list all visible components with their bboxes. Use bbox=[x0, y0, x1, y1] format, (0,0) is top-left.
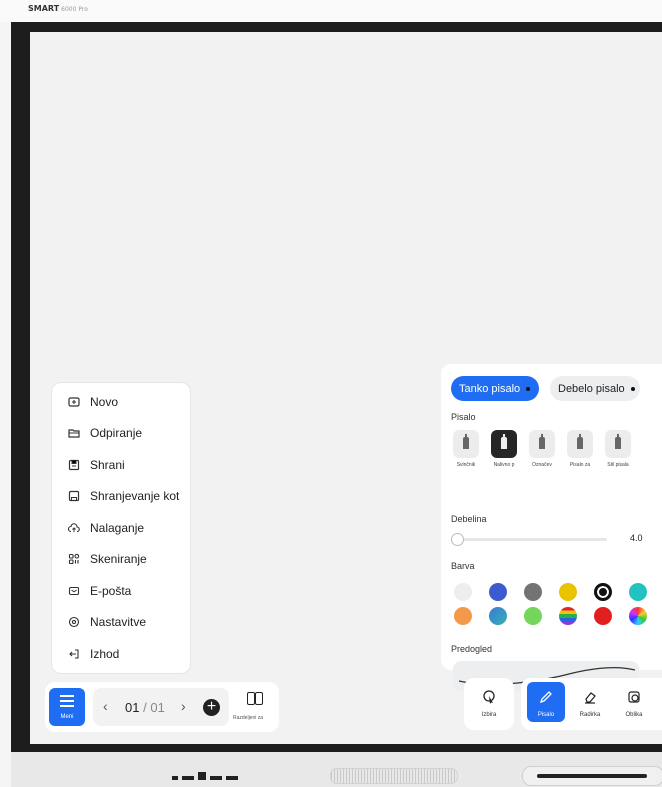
color-swatch-rainbow[interactable] bbox=[559, 607, 577, 625]
pen-type-marker[interactable] bbox=[567, 430, 593, 458]
pen-tray bbox=[522, 766, 662, 786]
eraser-tool-label: Radirka bbox=[579, 712, 601, 718]
menu-item-settings[interactable]: Nastavitve bbox=[52, 610, 190, 634]
split-screen-label: Razdeljeni za bbox=[233, 715, 264, 721]
settings-icon bbox=[68, 616, 80, 628]
mail-icon bbox=[68, 585, 80, 597]
pen-tool-label: Pisalo bbox=[537, 712, 555, 718]
exit-icon bbox=[68, 648, 80, 660]
menu-item-scan[interactable]: Skeniranje bbox=[52, 547, 190, 571]
thickness-slider[interactable] bbox=[451, 533, 607, 546]
lasso-cursor-icon bbox=[482, 690, 496, 704]
color-swatch-teal[interactable] bbox=[629, 583, 647, 601]
tab-thick-pen[interactable]: Debelo pisalo bbox=[550, 376, 640, 401]
pen-type-label: Nalivno p bbox=[493, 462, 515, 468]
color-swatch-yellow[interactable] bbox=[559, 583, 577, 601]
folder-open-icon bbox=[68, 427, 80, 439]
menu-item-save[interactable]: Shrani bbox=[52, 453, 190, 477]
front-ports bbox=[172, 766, 244, 780]
bottom-left-toolbar: Meni ‹ 01 / 01 › + Razdeljeni za bbox=[45, 682, 279, 732]
file-menu: Novo Odpiranje Shrani Shranjevanje kot N… bbox=[51, 382, 191, 674]
eraser-icon bbox=[583, 690, 597, 704]
color-wheel-icon[interactable] bbox=[629, 607, 647, 625]
brand-logo: SMART 6000 Pro bbox=[28, 4, 88, 13]
new-file-icon bbox=[68, 396, 80, 408]
color-swatch-green[interactable] bbox=[524, 607, 542, 625]
shapes-icon bbox=[627, 690, 641, 704]
menu-item-label: Novo bbox=[90, 395, 119, 409]
cloud-upload-icon bbox=[68, 522, 80, 534]
save-icon bbox=[68, 459, 80, 471]
menu-item-label: E-pošta bbox=[90, 584, 132, 598]
pen-type-stylus[interactable] bbox=[605, 430, 631, 458]
save-as-icon bbox=[68, 490, 80, 502]
select-tool-label: Izbira bbox=[481, 712, 497, 718]
menu-item-label: Shrani bbox=[90, 458, 125, 472]
color-swatch-orange[interactable] bbox=[454, 607, 472, 625]
menu-item-open[interactable]: Odpiranje bbox=[52, 421, 190, 445]
menu-item-label: Nalaganje bbox=[90, 521, 145, 535]
tab-thin-pen[interactable]: Tanko pisalo bbox=[451, 376, 539, 401]
select-tool-button[interactable]: Izbira bbox=[470, 682, 508, 722]
color-swatch-gray[interactable] bbox=[524, 583, 542, 601]
pen-type-label: Svinčnik bbox=[456, 462, 476, 468]
color-swatch-blue-gradient[interactable] bbox=[489, 607, 507, 625]
dot-icon bbox=[526, 386, 531, 391]
chevron-right-icon[interactable]: › bbox=[181, 698, 186, 714]
tab-label: Tanko pisalo bbox=[459, 382, 521, 395]
pen-icon bbox=[539, 690, 553, 704]
hamburger-icon bbox=[60, 695, 74, 707]
qr-scan-icon bbox=[68, 553, 80, 565]
pen-type-pencil[interactable] bbox=[453, 430, 479, 458]
menu-item-label: Nastavitve bbox=[90, 615, 147, 629]
shape-tool-button[interactable]: Oblika bbox=[615, 682, 653, 722]
add-page-button[interactable]: + bbox=[203, 699, 220, 716]
chevron-left-icon[interactable]: ‹ bbox=[103, 698, 108, 714]
color-swatch-black[interactable] bbox=[594, 583, 612, 601]
menu-item-exit[interactable]: Izhod bbox=[52, 642, 190, 666]
pen-tool-button[interactable]: Pisalo bbox=[527, 682, 565, 722]
pen-type-fountain[interactable] bbox=[491, 430, 517, 458]
drawing-toolbar: Pisalo Radirka Oblika bbox=[521, 678, 662, 730]
menu-item-upload[interactable]: Nalaganje bbox=[52, 516, 190, 540]
dot-icon bbox=[630, 386, 635, 391]
color-label: Barva bbox=[451, 561, 475, 571]
pen-type-label: Stil pisala bbox=[607, 462, 629, 468]
menu-item-label: Izhod bbox=[90, 647, 120, 661]
menu-item-label: Skeniranje bbox=[90, 552, 147, 566]
page-indicator: 01 / 01 bbox=[125, 700, 165, 715]
page-navigator: ‹ 01 / 01 › + bbox=[93, 688, 229, 726]
menu-item-label: Odpiranje bbox=[90, 426, 143, 440]
menu-item-save-as[interactable]: Shranjevanje kot bbox=[52, 484, 190, 508]
display-top-bezel: SMART 6000 Pro bbox=[0, 0, 662, 22]
menu-item-email[interactable]: E-pošta bbox=[52, 579, 190, 603]
menu-item-label: Shranjevanje kot bbox=[90, 489, 180, 503]
speaker-grille bbox=[330, 768, 458, 784]
preview-label: Predogled bbox=[451, 644, 493, 654]
thickness-value: 4.0 bbox=[630, 533, 643, 543]
split-screen-icon bbox=[247, 692, 255, 705]
menu-item-new[interactable]: Novo bbox=[52, 390, 190, 414]
pen-type-label: Pisalo za bbox=[569, 462, 591, 468]
pen-type-label: Označev bbox=[532, 462, 552, 468]
selection-toolbar: Izbira bbox=[464, 678, 514, 730]
pen-settings-panel: Tanko pisalo Debelo pisalo Pisalo Svinčn… bbox=[441, 364, 662, 691]
slider-handle[interactable] bbox=[451, 533, 464, 546]
split-screen-button[interactable]: Razdeljeni za bbox=[233, 688, 279, 726]
menu-button[interactable]: Meni bbox=[49, 688, 85, 726]
eraser-tool-button[interactable]: Radirka bbox=[571, 682, 609, 722]
tab-label: Debelo pisalo bbox=[558, 382, 625, 395]
menu-button-label: Meni bbox=[60, 714, 74, 720]
color-swatch-blue[interactable] bbox=[489, 583, 507, 601]
color-swatch-red[interactable] bbox=[594, 607, 612, 625]
color-swatch-light-gray[interactable] bbox=[454, 583, 472, 601]
pen-type-highlighter[interactable] bbox=[529, 430, 555, 458]
whiteboard-canvas[interactable]: Novo Odpiranje Shrani Shranjevanje kot N… bbox=[30, 32, 662, 744]
shape-tool-label: Oblika bbox=[625, 712, 643, 718]
thickness-label: Debelina bbox=[451, 514, 487, 524]
pen-section-label: Pisalo bbox=[451, 412, 476, 422]
